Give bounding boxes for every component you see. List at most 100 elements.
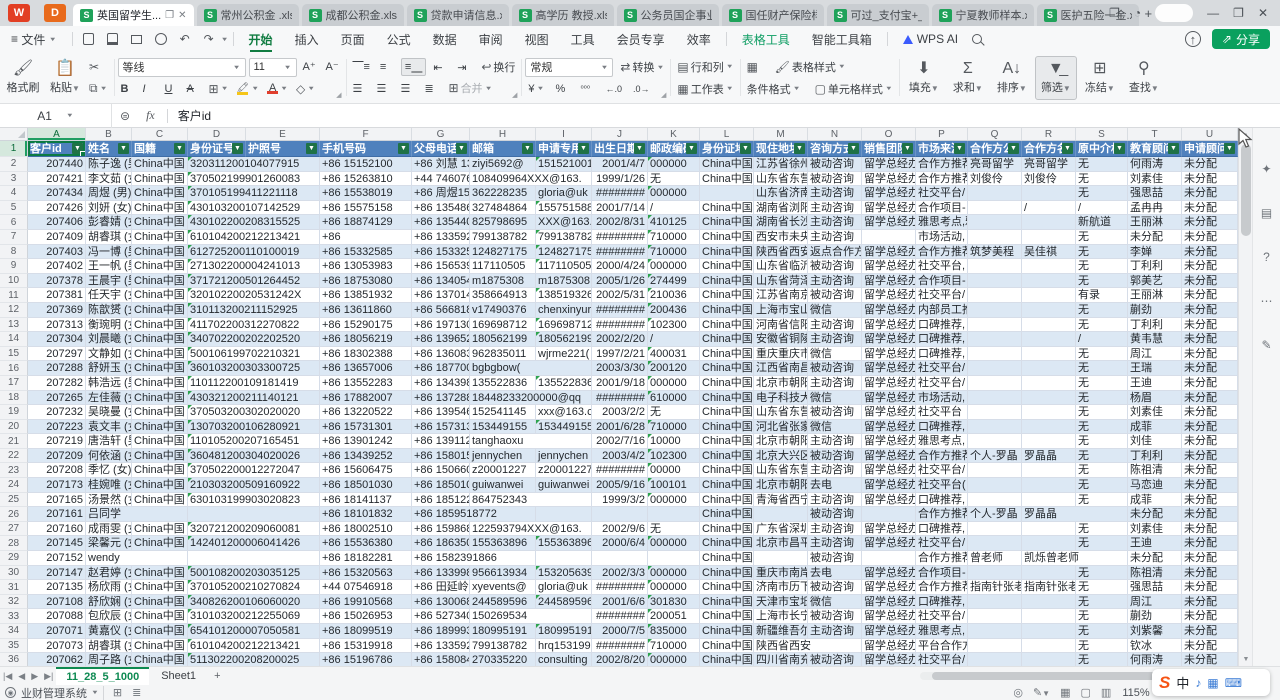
cell-P7[interactable]: 市场活动, (916, 230, 968, 245)
cell-T25[interactable]: 成菲 (1128, 493, 1182, 508)
cell-F30[interactable]: +86 15320563 (320, 566, 412, 581)
cell-M9[interactable]: 山东省临沂 (754, 259, 808, 274)
cell-S34[interactable]: 无 (1076, 624, 1128, 639)
formula-content[interactable]: 客户id (178, 107, 211, 124)
cell-S24[interactable]: 无 (1076, 478, 1128, 493)
filter-dropdown-icon[interactable]: ▼ (578, 143, 589, 154)
cell-N27[interactable]: 主动咨询 (808, 522, 862, 537)
cell-P25[interactable]: 口碑推荐, (916, 493, 968, 508)
cell-O9[interactable]: 留学总经办 (862, 259, 916, 274)
status-table-icon[interactable]: ⊞ (113, 686, 122, 699)
font-color-button[interactable]: A▼ (264, 80, 291, 98)
cut-button[interactable]: ✂ (86, 58, 111, 76)
cell-M6[interactable]: 湖南省长沙 (754, 215, 808, 230)
filter-dropdown-icon[interactable]: ▼ (522, 143, 533, 154)
cell-D8[interactable]: 612725200110100019 (188, 245, 320, 260)
menu-item-3[interactable]: 公式 (376, 26, 422, 52)
cell-P31[interactable]: 合作方推荐 (916, 580, 968, 595)
cell-R19[interactable] (1022, 405, 1076, 420)
column-header-N[interactable]: N (808, 128, 862, 140)
ime-mode-chinese[interactable]: 中 (1176, 673, 1189, 692)
cell-H33[interactable]: 150269534 (470, 609, 592, 624)
cell-L2[interactable]: China中国 (700, 157, 754, 172)
zoom-level[interactable]: 115% (1122, 687, 1149, 699)
row-header-34[interactable]: 34 (0, 624, 28, 639)
cell-R31[interactable]: 指南针张老 (1022, 580, 1076, 595)
vertical-scrollbar[interactable]: ▲ ▼ (1238, 128, 1252, 666)
cell-J12[interactable]: ######## (592, 303, 648, 318)
cell-P12[interactable]: 内部员工推 (916, 303, 968, 318)
file-tab-1[interactable]: S常州公积金 .xlsx (197, 4, 299, 26)
cell-B27[interactable]: 成雨雯 (女 (86, 522, 132, 537)
cell-I22[interactable]: jennychen (536, 449, 592, 464)
cell-F9[interactable]: +86 13053983 (320, 259, 412, 274)
cell-D20[interactable]: 130703200106280921 (188, 420, 320, 435)
cell-U16[interactable]: 未分配 (1182, 361, 1238, 376)
italic-button[interactable]: I (140, 80, 160, 98)
cell-U34[interactable]: 未分配 (1182, 624, 1238, 639)
cell-P22[interactable]: 合作方推荐 (916, 449, 968, 464)
cell-D35[interactable]: 610104200212213421 (188, 639, 320, 654)
cell-L19[interactable]: China中国 (700, 405, 754, 420)
cell-G10[interactable]: +86 1340540988 (412, 274, 470, 289)
cell-Q33[interactable] (968, 609, 1022, 624)
cell-C14[interactable]: China中国 (132, 332, 188, 347)
cell-T27[interactable]: 刘素佳 (1128, 522, 1182, 537)
cell-H5[interactable]: 327484864 (470, 201, 536, 216)
skin-icon[interactable]: ◔ (1134, 6, 1141, 20)
cell-S9[interactable]: 无 (1076, 259, 1128, 274)
cell-K27[interactable]: 无 (648, 522, 700, 537)
table-header-cell-C[interactable]: 国籍▼ (132, 141, 188, 157)
cell-R27[interactable] (1022, 522, 1076, 537)
cell-C36[interactable]: China中国 (132, 653, 188, 666)
table-header-cell-Q[interactable]: 合作方公司▼ (968, 141, 1022, 157)
cell-K13[interactable]: 102300 (648, 318, 700, 333)
cell-H24[interactable]: guiwanwei (470, 478, 536, 493)
cell-L23[interactable]: China中国 (700, 463, 754, 478)
cell-K24[interactable]: 100101 (648, 478, 700, 493)
cell-I9[interactable]: 117110505 (536, 259, 592, 274)
number-format-select[interactable]: 常规▼ (525, 58, 613, 77)
cell-O16[interactable]: 留学总经办 (862, 361, 916, 376)
paste-button[interactable]: 📋粘贴▼ (44, 56, 86, 100)
cell-O2[interactable]: 留学总经办 (862, 157, 916, 172)
cell-M2[interactable]: 江苏省徐州 (754, 157, 808, 172)
cell-P36[interactable]: 社交平台/ (916, 653, 968, 666)
status-list-icon[interactable]: ≣ (132, 686, 141, 699)
cell-M12[interactable]: 上海市宝山 (754, 303, 808, 318)
cell-T2[interactable]: 何雨涛 (1128, 157, 1182, 172)
cell-C19[interactable]: China中国 (132, 405, 188, 420)
cell-C12[interactable]: China中国 (132, 303, 188, 318)
cell-U11[interactable]: 未分配 (1182, 288, 1238, 303)
cell-J28[interactable]: 2000/6/4 (592, 536, 648, 551)
format-painter-button[interactable]: 🖌格式刷 (2, 56, 44, 100)
cell-U18[interactable]: 未分配 (1182, 391, 1238, 406)
cell-D16[interactable]: 360103200303300725 (188, 361, 320, 376)
cell-S31[interactable]: 无 (1076, 580, 1128, 595)
cell-H8[interactable]: 124827175 (470, 245, 536, 260)
page-break-view-icon[interactable]: ▥ (1101, 686, 1111, 699)
cell-B22[interactable]: 何依涵 (女 (86, 449, 132, 464)
cell-O26[interactable] (862, 507, 916, 522)
cell-J30[interactable]: 2002/3/3 (592, 566, 648, 581)
cell-G4[interactable]: +86 周煜155380 (412, 186, 470, 201)
cell-S27[interactable]: 无 (1076, 522, 1128, 537)
cell-L14[interactable]: China中国 (700, 332, 754, 347)
table-header-cell-B[interactable]: 姓名▼ (86, 141, 132, 157)
cell-U25[interactable]: 未分配 (1182, 493, 1238, 508)
cell-D3[interactable]: 370502199901260083 (188, 172, 320, 187)
cell-I29[interactable] (536, 551, 592, 566)
cell-G15[interactable]: +86 1360831276 (412, 347, 470, 362)
align-bottom-icon[interactable]: ≡⎽ (401, 58, 426, 76)
cell-O29[interactable] (862, 551, 916, 566)
column-header-U[interactable]: U (1182, 128, 1238, 140)
cell-Q15[interactable] (968, 347, 1022, 362)
cell-K18[interactable]: 610000 (648, 391, 700, 406)
cell-R2[interactable]: 亮哥留学 (1022, 157, 1076, 172)
cell-P32[interactable]: 口碑推荐, (916, 595, 968, 610)
cell-T4[interactable]: 强思喆 (1128, 186, 1182, 201)
cell-S13[interactable]: 无 (1076, 318, 1128, 333)
cell-S11[interactable]: 有录 (1076, 288, 1128, 303)
cell-A11[interactable]: 207381 (28, 288, 86, 303)
menu-item-5[interactable]: 审阅 (468, 26, 514, 52)
